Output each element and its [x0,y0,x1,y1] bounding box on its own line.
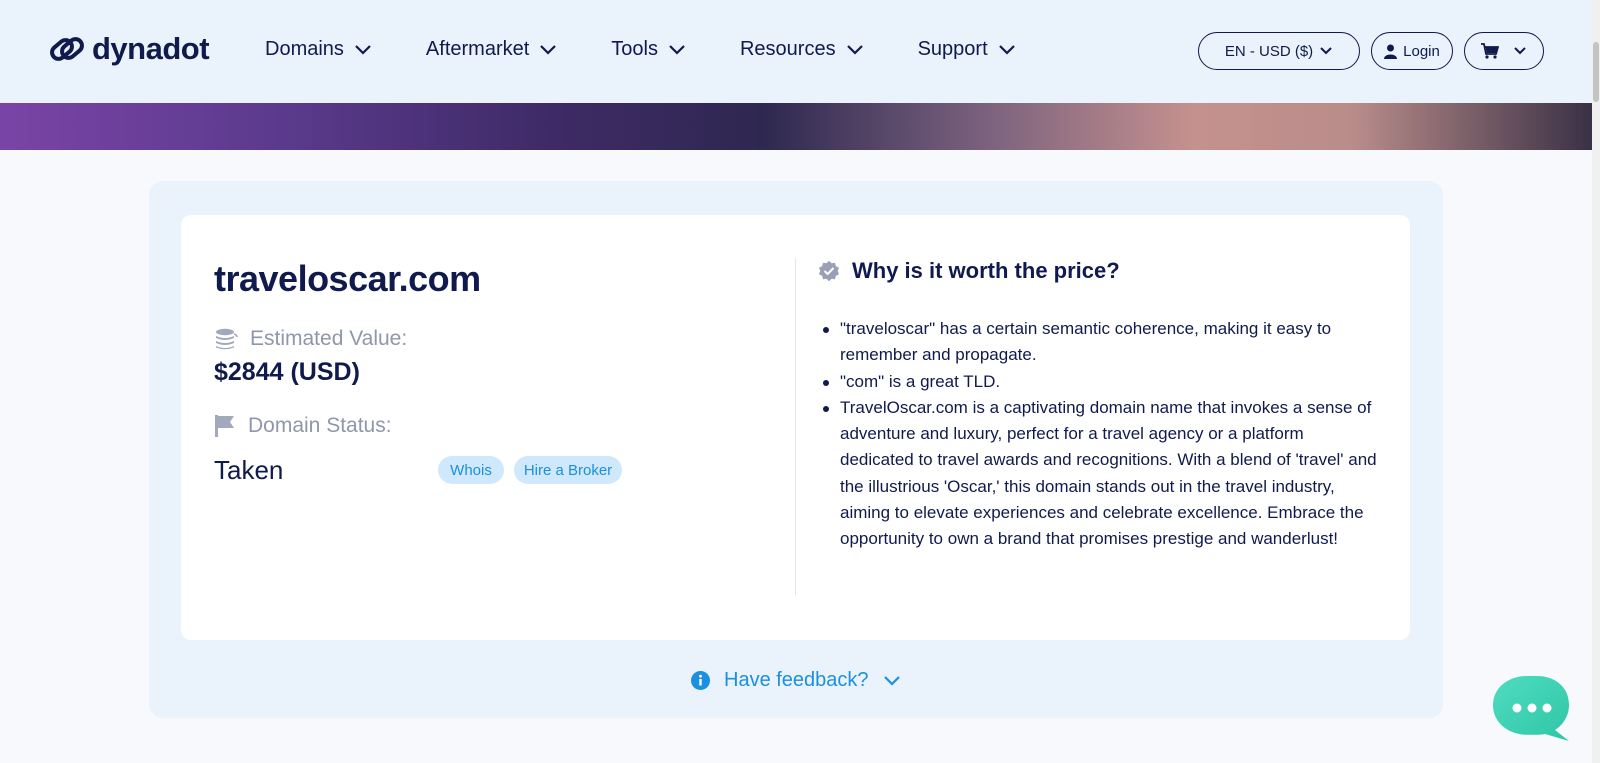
estimated-value-label: Estimated Value: [250,327,408,350]
chevron-down-icon [883,675,900,686]
reasons-list: "traveloscar" has a certain semantic coh… [823,316,1380,553]
hire-broker-button[interactable]: Hire a Broker [514,456,622,484]
login-button[interactable]: Login [1371,32,1453,70]
why-worth-title: Why is it worth the price? [852,258,1120,283]
nav-tools[interactable]: Tools [611,38,686,61]
domain-status-label-row: Domain Status: [214,414,392,438]
flag-icon [215,415,234,437]
main-nav: Domains Aftermarket Tools Resources Supp… [265,38,1070,61]
language-currency-button[interactable]: EN - USD ($) [1198,32,1360,70]
column-divider [795,258,796,595]
domain-status-label: Domain Status: [248,414,392,437]
nav-domains[interactable]: Domains [265,38,372,61]
shopping-cart-icon [1481,43,1499,59]
chevron-down-icon [846,44,863,55]
language-currency-label: EN - USD ($) [1224,42,1314,60]
header-actions: EN - USD ($) Login [1198,32,1544,70]
whois-button[interactable]: Whois [438,456,504,484]
scrollbar[interactable] [1592,0,1600,763]
scrollbar-thumb[interactable] [1593,42,1599,102]
chevron-down-icon [1514,47,1526,55]
chevron-down-icon [669,44,685,55]
dynadot-logo[interactable]: dynadot [48,30,210,68]
estimated-value: $2844 (USD) [214,358,360,386]
feedback-label: Have feedback? [724,669,869,691]
nav-domains-label: Domains [265,38,344,60]
reason-item: "traveloscar" has a certain semantic coh… [823,316,1380,369]
chevron-down-icon [355,44,371,55]
cart-button[interactable] [1464,32,1544,70]
verified-badge-icon [819,260,839,282]
reason-item: "com" is a great TLD. [823,369,1380,395]
site-header: dynadot Domains Aftermarket Tools Resour… [0,0,1592,103]
domain-name-title: traveloscar.com [214,258,481,299]
domain-status-value: Taken [214,455,284,485]
login-label: Login [1403,42,1440,60]
why-worth-heading: Why is it worth the price? [818,258,1120,284]
nav-support-label: Support [917,38,988,60]
chevron-down-icon [540,44,557,55]
nav-aftermarket-label: Aftermarket [425,38,530,60]
nav-aftermarket[interactable]: Aftermarket [426,38,557,61]
info-icon [691,671,710,690]
estimated-value-label-row: Estimated Value: [214,327,407,351]
chain-link-icon [50,37,84,61]
reason-item: TravelOscar.com is a captivating domain … [823,395,1380,553]
hero-banner [0,103,1592,150]
nav-tools-label: Tools [611,38,658,60]
nav-resources[interactable]: Resources [740,38,864,61]
chevron-down-icon [1320,47,1332,55]
user-icon [1384,44,1398,59]
live-chat-button[interactable] [1493,676,1571,742]
chevron-down-icon [998,44,1015,55]
feedback-toggle[interactable]: Have feedback? [691,669,901,692]
nav-resources-label: Resources [739,38,836,60]
coins-icon [216,328,238,350]
chat-bubble-icon [1493,676,1569,741]
nav-support[interactable]: Support [918,38,1016,61]
brand-name: dynadot [92,31,210,66]
